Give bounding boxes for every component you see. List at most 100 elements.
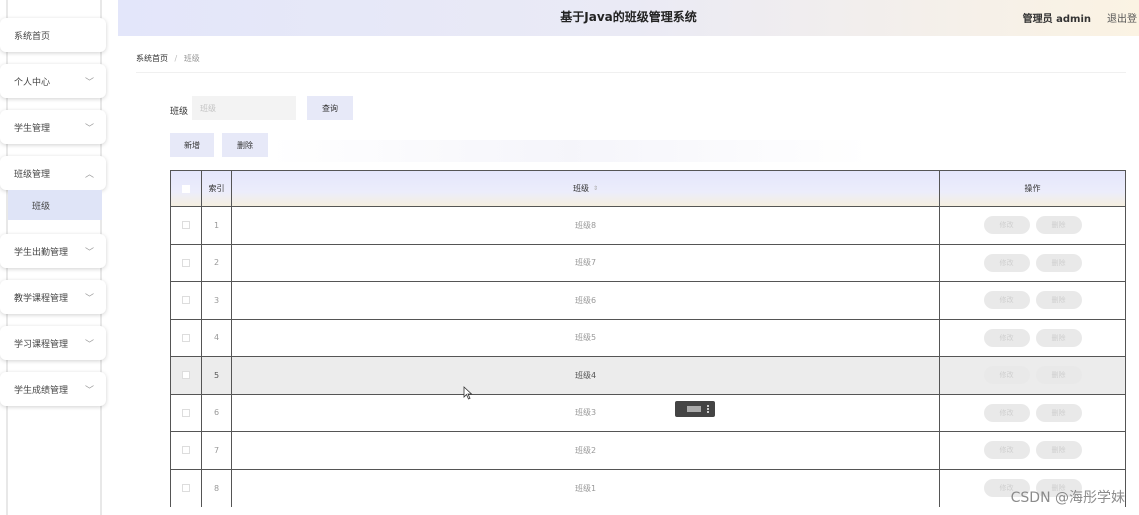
breadcrumb-separator: / bbox=[174, 54, 178, 63]
breadcrumb-home-link[interactable]: 系统首页 bbox=[136, 54, 168, 63]
row-checkbox-cell bbox=[171, 470, 201, 508]
delete-button[interactable]: 删除 bbox=[1035, 216, 1082, 235]
top-header: 基于Java的班级管理系统 管理员 admin 退出登 bbox=[118, 0, 1139, 36]
column-header-class: 班级 bbox=[572, 184, 589, 193]
edit-button[interactable]: 修改 bbox=[983, 291, 1030, 310]
edit-button[interactable]: 修改 bbox=[983, 441, 1030, 460]
watermark: CSDN @海彤学妹 bbox=[1010, 490, 1125, 506]
row-checkbox[interactable] bbox=[182, 371, 190, 380]
delete-button[interactable]: 删除 bbox=[1035, 253, 1082, 272]
table-row[interactable]: 7 班级2 修改 删除 bbox=[171, 432, 1125, 470]
header-name-cell[interactable]: 班级 ⇕ bbox=[231, 171, 939, 206]
sidebar-item-grade-management[interactable]: 学生成绩管理 ﹀ bbox=[0, 372, 106, 406]
row-class-cell: 班级8 bbox=[231, 207, 939, 244]
sort-icon[interactable]: ⇕ bbox=[593, 185, 598, 192]
row-index-cell: 6 bbox=[201, 394, 231, 431]
sidebar-item-label: 学生管理 bbox=[14, 123, 51, 134]
row-index-cell: 4 bbox=[201, 319, 231, 356]
delete-button[interactable]: 删除 bbox=[1035, 366, 1082, 385]
add-button[interactable]: 新增 bbox=[170, 133, 214, 157]
row-class-name: 班级5 bbox=[574, 333, 597, 343]
divider bbox=[136, 72, 1126, 73]
row-checkbox-cell bbox=[171, 320, 201, 357]
breadcrumb: 系统首页 / 班级 bbox=[136, 53, 200, 64]
row-checkbox[interactable] bbox=[182, 296, 190, 305]
table-row[interactable]: 1 班级8 修改 删除 bbox=[171, 207, 1125, 245]
row-class-name: 班级2 bbox=[574, 445, 597, 455]
mouse-cursor-icon bbox=[463, 386, 473, 400]
decorative-highlight bbox=[270, 140, 870, 162]
delete-button[interactable]: 删除 bbox=[1035, 291, 1082, 310]
row-checkbox[interactable] bbox=[182, 484, 190, 493]
class-search-input[interactable] bbox=[192, 96, 296, 120]
sidebar-item-personal-center[interactable]: 个人中心 ﹀ bbox=[0, 64, 106, 98]
sidebar-item-label: 教学课程管理 bbox=[14, 293, 69, 304]
chevron-down-icon: ﹀ bbox=[84, 340, 94, 350]
row-index: 1 bbox=[213, 220, 220, 230]
sidebar-item-home[interactable]: 系统首页 bbox=[0, 18, 106, 52]
app-title: 基于Java的班级管理系统 bbox=[560, 10, 697, 24]
row-operations-cell: 修改 删除 bbox=[939, 207, 1125, 244]
row-checkbox-cell bbox=[171, 245, 201, 282]
table-row[interactable]: 6 班级3 修改 删除 bbox=[171, 394, 1125, 432]
row-class-name: 班级7 bbox=[574, 258, 597, 268]
row-index-cell: 1 bbox=[201, 207, 231, 244]
edit-button[interactable]: 修改 bbox=[983, 216, 1030, 235]
logout-link[interactable]: 退出登 bbox=[1107, 10, 1137, 25]
row-index-cell: 2 bbox=[201, 244, 231, 281]
edit-button[interactable]: 修改 bbox=[983, 328, 1030, 347]
chevron-down-icon: ﹀ bbox=[84, 124, 94, 134]
sidebar: 系统首页 个人中心 ﹀ 学生管理 ﹀ 班级管理 ︿ 班级 学生出勤管理 ﹀ 教学… bbox=[0, 0, 118, 515]
row-operations-cell: 修改 删除 bbox=[939, 432, 1125, 469]
row-operations-cell: 修改 删除 bbox=[939, 244, 1125, 281]
row-checkbox-cell bbox=[171, 395, 201, 432]
sidebar-item-student-management[interactable]: 学生管理 ﹀ bbox=[0, 110, 106, 144]
sidebar-subitem-class[interactable]: 班级 bbox=[8, 190, 102, 220]
row-class-cell: 班级4 bbox=[231, 357, 939, 394]
class-table: 索引 班级 ⇕ 操作 1 班级8 修改 删除 2 班级7 修改 删除 3 班级6 修改 删除 4 班级5 修… bbox=[170, 170, 1126, 507]
delete-button[interactable]: 删除 bbox=[1035, 328, 1082, 347]
sidebar-item-attendance-management[interactable]: 学生出勤管理 ﹀ bbox=[0, 234, 106, 268]
floating-toolbar-widget[interactable] bbox=[675, 401, 715, 417]
widget-handle-icon[interactable] bbox=[707, 405, 710, 413]
table-row[interactable]: 5 班级4 修改 删除 bbox=[171, 357, 1125, 395]
row-class-cell: 班级5 bbox=[231, 319, 939, 356]
row-checkbox[interactable] bbox=[182, 333, 190, 342]
chevron-down-icon: ﹀ bbox=[84, 386, 94, 396]
row-operations-cell: 修改 删除 bbox=[939, 319, 1125, 356]
sidebar-item-label: 学生成绩管理 bbox=[14, 385, 69, 396]
row-checkbox[interactable] bbox=[182, 446, 190, 455]
table-row[interactable]: 4 班级5 修改 删除 bbox=[171, 319, 1125, 357]
delete-button[interactable]: 删除 bbox=[1035, 441, 1082, 460]
sidebar-item-label: 班级管理 bbox=[14, 169, 51, 180]
row-checkbox[interactable] bbox=[182, 258, 190, 267]
table-header: 索引 班级 ⇕ 操作 bbox=[171, 171, 1125, 207]
table-row[interactable]: 2 班级7 修改 删除 bbox=[171, 244, 1125, 282]
delete-button[interactable]: 删除 bbox=[1035, 403, 1082, 422]
row-index: 8 bbox=[213, 483, 220, 493]
header-checkbox-cell bbox=[171, 171, 201, 206]
row-index: 5 bbox=[213, 370, 220, 380]
sidebar-item-teaching-course-management[interactable]: 教学课程管理 ﹀ bbox=[0, 280, 106, 314]
chevron-down-icon: ﹀ bbox=[84, 248, 94, 258]
row-index: 7 bbox=[213, 445, 220, 455]
edit-button[interactable]: 修改 bbox=[983, 403, 1030, 422]
header-operations-cell: 操作 bbox=[939, 171, 1125, 206]
sidebar-subitem-label: 班级 bbox=[32, 201, 51, 212]
row-class-name: 班级4 bbox=[574, 370, 597, 380]
edit-button[interactable]: 修改 bbox=[983, 366, 1030, 385]
search-button[interactable]: 查询 bbox=[307, 96, 353, 120]
select-all-checkbox[interactable] bbox=[182, 184, 190, 193]
sidebar-item-class-management[interactable]: 班级管理 ︿ bbox=[0, 156, 106, 190]
row-checkbox[interactable] bbox=[182, 221, 190, 230]
row-class-name: 班级8 bbox=[574, 220, 597, 230]
row-checkbox[interactable] bbox=[182, 408, 190, 417]
table-row[interactable]: 8 班级1 修改 删除 bbox=[171, 469, 1125, 508]
row-index-cell: 5 bbox=[201, 357, 231, 394]
batch-delete-button[interactable]: 删除 bbox=[222, 133, 268, 157]
table-row[interactable]: 3 班级6 修改 删除 bbox=[171, 282, 1125, 320]
row-checkbox-cell bbox=[171, 282, 201, 319]
edit-button[interactable]: 修改 bbox=[983, 253, 1030, 272]
sidebar-item-study-course-management[interactable]: 学习课程管理 ﹀ bbox=[0, 326, 106, 360]
row-index: 3 bbox=[213, 295, 220, 305]
